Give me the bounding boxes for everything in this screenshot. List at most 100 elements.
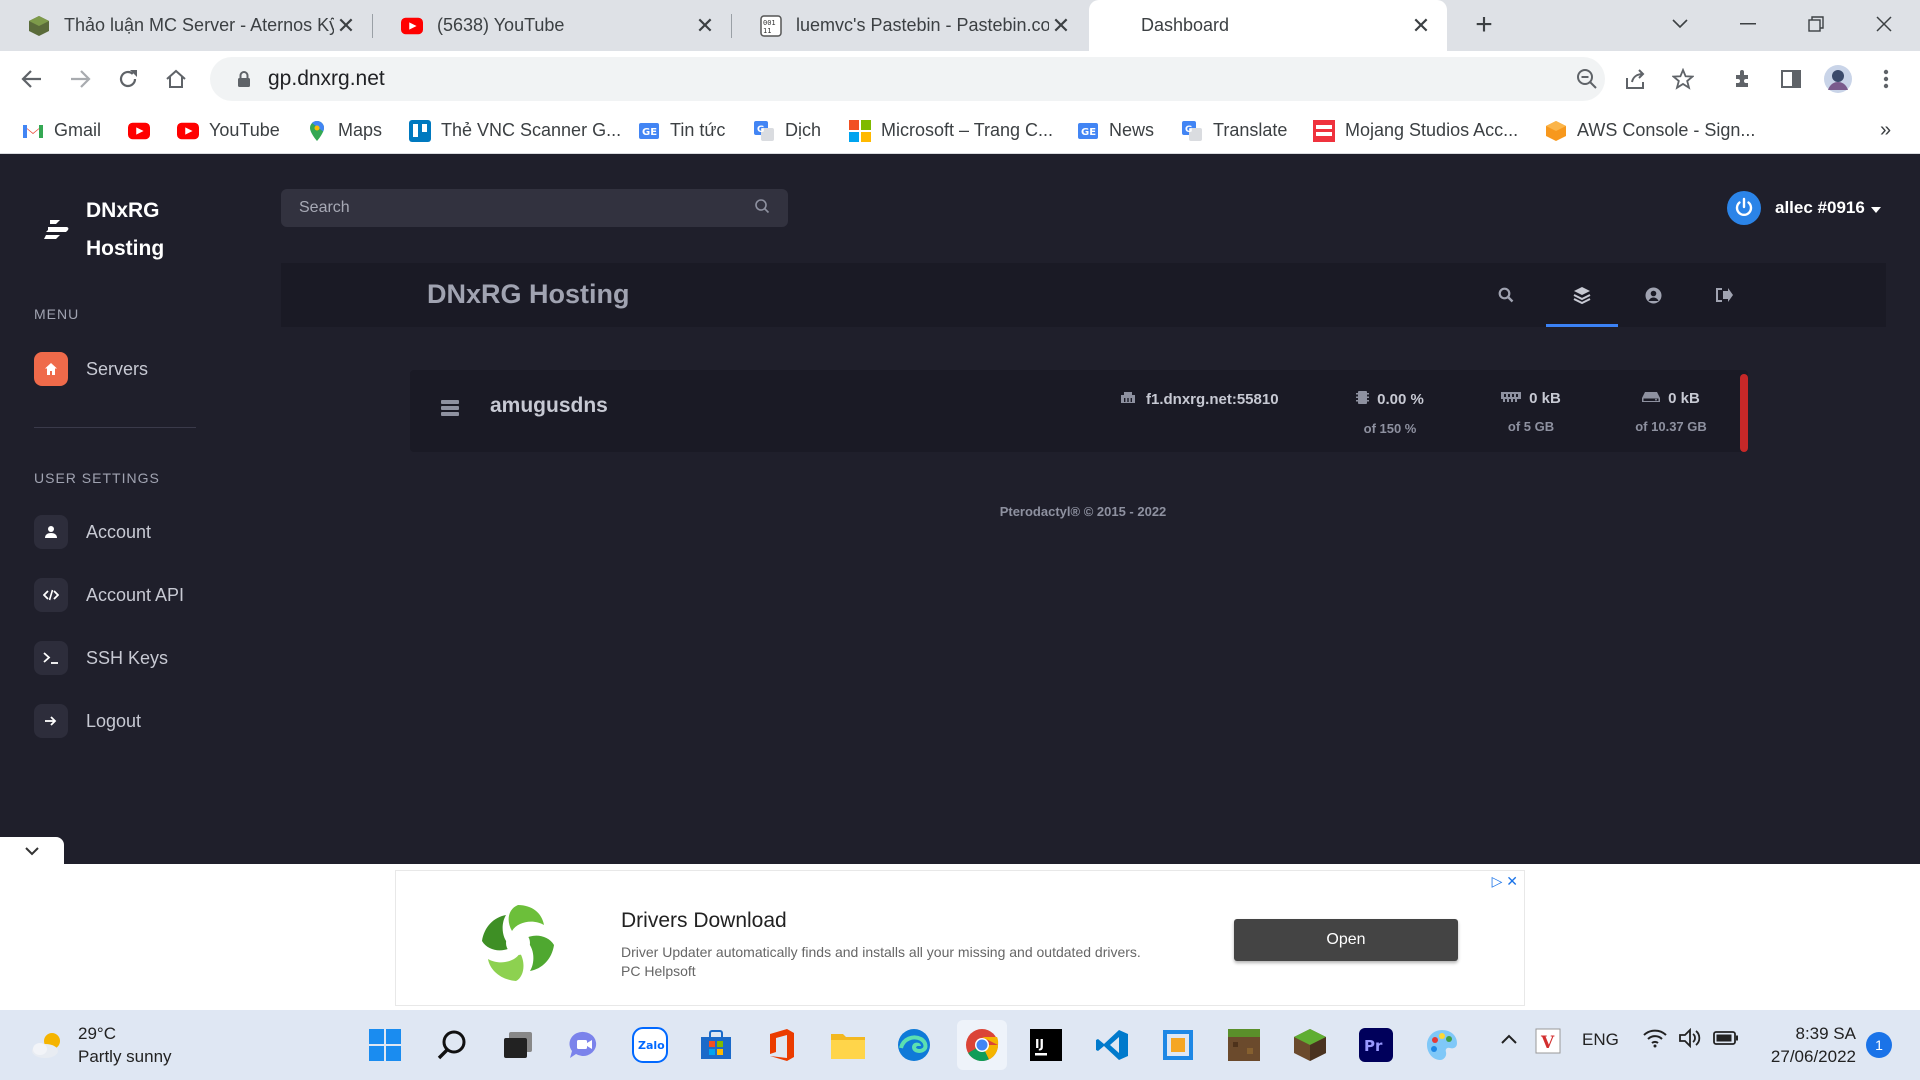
bookmark-vnc-scanner[interactable]: Thẻ VNC Scanner G... (409, 107, 621, 154)
input-language[interactable]: ENG (1582, 1030, 1619, 1050)
tab-aternos[interactable]: Thảo luận MC Server - Aternos Kỹ ✕ (0, 0, 372, 51)
bookmark-youtube[interactable]: YouTube (177, 107, 280, 154)
browser-toolbar: gp.dnxrg.net (0, 51, 1920, 107)
show-hidden-icons[interactable] (1500, 1030, 1518, 1050)
vscode-icon[interactable] (1091, 1024, 1133, 1066)
close-window-icon[interactable] (1854, 6, 1914, 42)
minecraft-launcher-icon[interactable] (1289, 1024, 1331, 1066)
sidebar-item-account[interactable]: Account (34, 515, 151, 549)
teams-chat-icon[interactable] (563, 1024, 605, 1066)
zalo-icon[interactable]: Zalo (629, 1024, 671, 1066)
tab-dashboard[interactable]: Dashboard ✕ (1089, 0, 1447, 51)
bookmark-tin-tuc[interactable]: GE Tin tức (638, 107, 725, 154)
intellij-icon[interactable]: IJ (1025, 1024, 1067, 1066)
bookmark-star-icon[interactable] (1667, 63, 1699, 95)
zoom-icon[interactable] (1571, 63, 1603, 95)
svg-text:IJ: IJ (1035, 1037, 1044, 1051)
bookmark-translate[interactable]: G Translate (1181, 107, 1287, 154)
forward-icon[interactable] (62, 61, 98, 97)
ad-open-button[interactable]: Open (1234, 919, 1458, 961)
back-icon[interactable] (14, 61, 50, 97)
search-placeholder: Search (299, 199, 350, 216)
user-settings-heading: USER SETTINGS (34, 470, 160, 486)
user-circle-icon[interactable] (1639, 281, 1667, 309)
ad-title[interactable]: Drivers Download (621, 909, 787, 933)
home-icon[interactable] (158, 61, 194, 97)
microsoft-store-icon[interactable] (695, 1024, 737, 1066)
office-icon[interactable] (761, 1024, 803, 1066)
bookmark-mojang[interactable]: Mojang Studios Acc... (1313, 107, 1518, 154)
chrome-icon[interactable] (957, 1020, 1007, 1070)
power-icon (1727, 191, 1761, 225)
reload-icon[interactable] (110, 61, 146, 97)
sidebar-item-ssh-keys[interactable]: SSH Keys (34, 641, 168, 675)
restore-icon[interactable] (1786, 6, 1846, 42)
search-icon[interactable] (1492, 281, 1520, 309)
share-icon[interactable] (1619, 63, 1651, 95)
search-input[interactable]: Search (281, 189, 788, 227)
side-panel-icon[interactable] (1775, 63, 1807, 95)
edge-icon[interactable] (893, 1024, 935, 1066)
ad-choices-icon[interactable]: ▷ ✕ (1492, 873, 1518, 890)
ad-banner[interactable]: Drivers Download Driver Updater automati… (395, 870, 1525, 1006)
tab-search-icon[interactable] (1650, 6, 1710, 42)
sidebar-item-label: SSH Keys (86, 647, 169, 668)
caret-down-icon (1870, 198, 1881, 218)
chevron-down-icon (25, 846, 39, 855)
notification-badge[interactable]: 1 (1866, 1032, 1892, 1058)
sign-out-icon[interactable] (1710, 281, 1738, 309)
tab-pastebin[interactable]: 001 11 luemvc's Pastebin - Pastebin.com ✕ (732, 0, 1087, 51)
system-clock[interactable]: 8:39 SA 27/06/2022 (1752, 1022, 1856, 1068)
close-icon[interactable]: ✕ (334, 13, 358, 38)
premiere-pro-icon[interactable]: Pr (1355, 1024, 1397, 1066)
volume-icon[interactable] (1678, 1027, 1702, 1053)
clock-time: 8:39 SA (1795, 1024, 1857, 1043)
bookmark-dich[interactable]: G Dịch (753, 107, 821, 154)
user-menu[interactable]: allec #0916 (1727, 190, 1881, 226)
more-bookmarks-button[interactable]: » (1880, 107, 1891, 154)
tab-youtube[interactable]: (5638) YouTube ✕ (373, 0, 731, 51)
battery-icon[interactable] (1713, 1030, 1739, 1051)
bookmark-gmail[interactable]: Gmail (22, 107, 101, 154)
sidebar-item-servers[interactable]: Servers (34, 352, 148, 386)
paint-icon[interactable] (1421, 1024, 1463, 1066)
server-address-text: f1.dnxrg.net:55810 (1146, 390, 1279, 408)
brand[interactable]: DNxRG Hosting (42, 192, 164, 268)
bookmark-maps[interactable]: Maps (306, 107, 382, 154)
server-row-amugusdns[interactable]: amugusdns f1.dnxrg.net:55810 0.00 % of 1… (410, 370, 1748, 452)
bookmark-news[interactable]: GE News (1077, 107, 1154, 154)
task-view-icon[interactable] (497, 1024, 539, 1066)
minimize-icon[interactable] (1718, 6, 1778, 42)
disk-limit: of 10.37 GB (1635, 419, 1707, 434)
virtualbox-icon[interactable] (1157, 1024, 1199, 1066)
minecraft-block-icon[interactable] (1223, 1024, 1265, 1066)
weather-widget[interactable]: 29°C Partly sunny (30, 1022, 172, 1068)
profile-avatar[interactable] (1822, 63, 1854, 95)
new-tab-button[interactable]: + (1466, 8, 1502, 44)
sidebar-item-account-api[interactable]: Account API (34, 578, 184, 612)
dnxrg-logo-icon (44, 220, 69, 239)
close-icon[interactable]: ✕ (1409, 13, 1433, 38)
bookmark-label: Microsoft – Trang C... (881, 120, 1054, 140)
collapse-ad-button[interactable] (0, 837, 64, 864)
address-bar[interactable]: gp.dnxrg.net (210, 57, 1605, 101)
close-icon[interactable]: ✕ (1049, 13, 1073, 38)
server-icon (441, 400, 459, 416)
wifi-icon[interactable] (1643, 1028, 1667, 1053)
browser-menu-icon[interactable] (1870, 63, 1902, 95)
lock-icon[interactable] (224, 70, 264, 88)
close-icon[interactable]: ✕ (693, 13, 717, 38)
windows-start-icon[interactable] (364, 1024, 406, 1066)
bookmark-aws[interactable]: AWS Console - Sign... (1545, 107, 1755, 154)
sidebar-divider (34, 427, 196, 428)
file-explorer-icon[interactable] (827, 1024, 869, 1066)
extensions-icon[interactable] (1727, 63, 1759, 95)
ad-description: Driver Updater automatically finds and i… (621, 944, 1141, 979)
sidebar-item-logout[interactable]: Logout (34, 704, 141, 738)
search-icon[interactable] (431, 1024, 473, 1066)
page-title: DNxRG Hosting (427, 279, 630, 309)
vietkey-icon[interactable]: V (1535, 1028, 1561, 1059)
layers-icon[interactable] (1568, 281, 1596, 309)
bookmark-microsoft[interactable]: Microsoft – Trang C... (849, 107, 1053, 154)
bookmark-youtube-icon-only[interactable] (128, 107, 160, 154)
